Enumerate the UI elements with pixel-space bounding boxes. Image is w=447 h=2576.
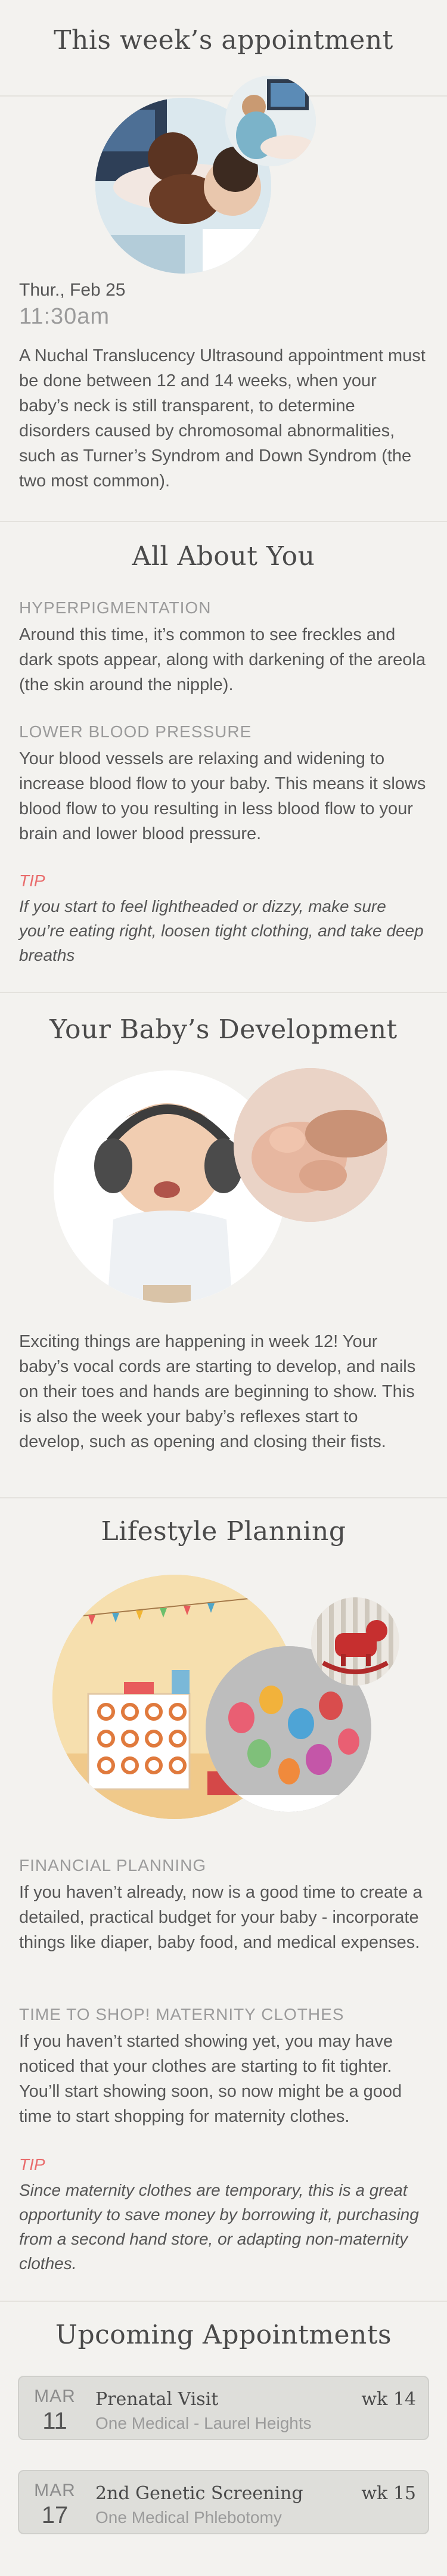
- appointment-card[interactable]: MAR 11 Prenatal Visit One Medical - Laur…: [18, 2376, 429, 2440]
- upcoming-section: Upcoming Appointments MAR 11 Prenatal Vi…: [0, 2302, 447, 2576]
- financial-planning-text: If you haven’t already, now is a good ti…: [19, 1883, 423, 1952]
- rocking-horse-image: [311, 1597, 399, 1686]
- upcoming-title: Upcoming Appointments: [55, 2320, 392, 2350]
- financial-planning-heading: FINANCIAL PLANNING: [19, 1856, 207, 1874]
- ultrasound-technician-image: [225, 76, 316, 166]
- about-you-tip-label: TIP: [19, 871, 45, 890]
- appointment-location: One Medical Phlebotomy: [95, 2508, 282, 2527]
- appointment-time: 11:30am: [19, 304, 110, 329]
- appointment-day: 17: [41, 2502, 69, 2528]
- baby-hand-image: [234, 1068, 387, 1222]
- maternity-clothes-text: If you haven’t started showing yet, you …: [19, 2032, 402, 2126]
- baby-development-title: Your Baby’s Development: [49, 1014, 398, 1045]
- about-you-title: All About You: [132, 541, 315, 572]
- about-you-tip-text: If you start to feel lightheaded or dizz…: [19, 897, 424, 964]
- appointment-week: wk 15: [361, 2483, 416, 2504]
- appointment-description: A Nuchal Translucency Ultrasound appoint…: [19, 346, 426, 491]
- appointment-month: MAR: [34, 2481, 76, 2500]
- lifestyle-tip-text: Since maternity clothes are temporary, t…: [19, 2181, 419, 2273]
- appointment-date: Thur., Feb 25: [19, 280, 126, 300]
- maternity-clothes-heading: TIME TO SHOP! MATERNITY CLOTHES: [19, 2005, 344, 2023]
- appointment-title: 2nd Genetic Screening: [95, 2483, 303, 2504]
- lifestyle-tip-label: TIP: [19, 2155, 45, 2174]
- appointment-section-title: This week’s appointment: [54, 25, 393, 55]
- appointment-location: One Medical - Laurel Heights: [95, 2414, 312, 2432]
- blood-pressure-heading: LOWER BLOOD PRESSURE: [19, 722, 252, 741]
- hyperpigmentation-text: Around this time, it’s common to see fre…: [19, 625, 426, 694]
- appointment-day: 11: [42, 2408, 67, 2434]
- lifestyle-title: Lifestyle Planning: [101, 1516, 346, 1547]
- appointment-title: Prenatal Visit: [95, 2389, 219, 2410]
- appointment-month: MAR: [34, 2386, 76, 2406]
- blood-pressure-text: Your blood vessels are relaxing and wide…: [19, 749, 426, 843]
- appointment-section: This week’s appointment: [0, 0, 447, 97]
- baby-development-section: Your Baby’s Development Exciting things …: [0, 993, 447, 1498]
- appointment-card[interactable]: MAR 17 2nd Genetic Screening One Medical…: [18, 2470, 429, 2534]
- about-you-section: All About You HYPERPIGMENTATION Around t…: [0, 522, 447, 993]
- appointment-week: wk 14: [361, 2389, 416, 2410]
- lifestyle-section: Lifestyle Planning FINANCIAL PLANNING If…: [0, 1498, 447, 2302]
- hyperpigmentation-heading: HYPERPIGMENTATION: [19, 598, 212, 617]
- appointment-details: Thur., Feb 25 11:30am A Nuchal Transluce…: [0, 76, 447, 522]
- baby-development-text: Exciting things are happening in week 12…: [19, 1332, 416, 1451]
